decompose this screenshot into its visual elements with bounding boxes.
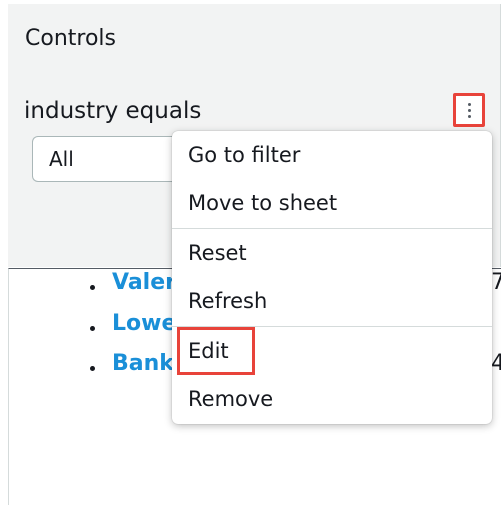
controls-title: Controls [25,26,116,51]
kebab-menu-icon-dot [467,114,471,118]
list-item-link[interactable]: Valer [112,268,176,298]
list-item-value: 7 [491,270,501,295]
menu-item-remove[interactable]: Remove [172,375,492,423]
kebab-menu-icon [467,102,471,106]
kebab-menu-icon-dot [467,108,471,112]
list-item-link[interactable]: Bank [112,349,174,379]
control-context-menu: Go to filter Move to sheet Reset Refresh… [172,131,492,424]
menu-item-go-to-filter[interactable]: Go to filter [172,131,492,179]
industry-select-value: All [49,147,74,171]
list-item-value: 4 [491,351,501,376]
menu-item-reset[interactable]: Reset [172,229,492,277]
list-bullet [90,366,95,371]
list-item-link[interactable]: Lowe [112,309,176,339]
list-bullet [90,285,95,290]
edit-highlight-box [177,327,255,375]
filter-control-label: industry equals [24,98,202,124]
control-menu-button[interactable] [453,93,485,127]
list-bullet [90,326,95,331]
menu-item-move-to-sheet[interactable]: Move to sheet [172,179,492,227]
menu-item-refresh[interactable]: Refresh [172,277,492,325]
